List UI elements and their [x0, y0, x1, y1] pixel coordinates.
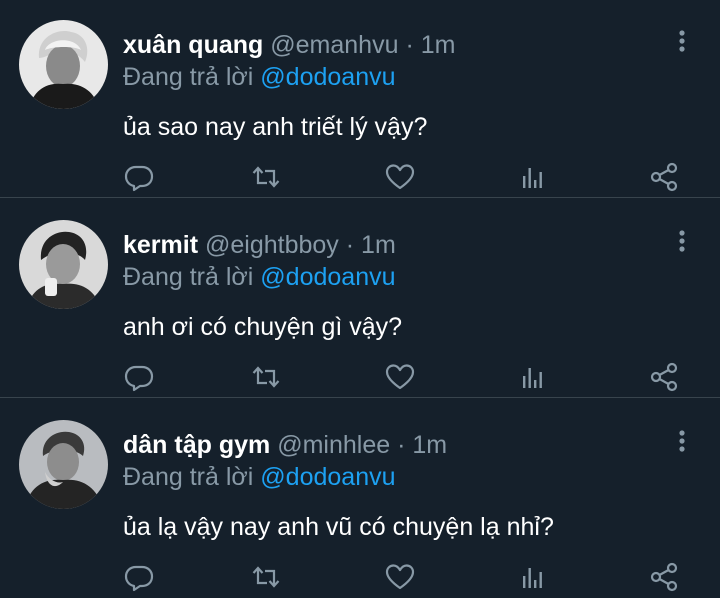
tweet-reply[interactable]: xuân quang @emanhvu · 1m Đang trả lời @d…	[0, 0, 720, 198]
tweet-text: anh ơi có chuyện gì vậy?	[123, 313, 403, 341]
retweet-icon[interactable]	[250, 561, 282, 593]
retweet-icon[interactable]	[250, 161, 282, 193]
timestamp[interactable]: 1m	[361, 231, 396, 259]
mention-link[interactable]: @dodoanvu	[260, 63, 395, 91]
replying-to: Đang trả lời @dodoanvu	[123, 460, 396, 494]
analytics-icon[interactable]	[516, 561, 548, 593]
avatar[interactable]	[19, 420, 108, 509]
share-icon[interactable]	[648, 161, 680, 193]
more-vertical-icon[interactable]	[670, 428, 694, 454]
reply-icon[interactable]	[123, 361, 155, 393]
replying-to-label: Đang trả lời	[123, 263, 254, 291]
separator-dot: ·	[397, 431, 406, 459]
reply-icon[interactable]	[123, 561, 155, 593]
tweet-header: xuân quang @emanhvu · 1m	[123, 27, 455, 63]
display-name[interactable]: dân tập gym	[123, 431, 270, 459]
tweet-actions	[120, 561, 690, 593]
separator-dot: ·	[345, 231, 355, 259]
tweet-reply[interactable]: dân tập gym @minhlee · 1m Đang trả lời @…	[0, 400, 720, 598]
display-name[interactable]: kermit	[123, 231, 198, 259]
display-name[interactable]: xuân quang	[123, 31, 263, 59]
separator-dot: ·	[405, 31, 414, 59]
user-handle[interactable]: @eightbboy	[205, 231, 339, 259]
tweet-header: dân tập gym @minhlee · 1m	[123, 427, 447, 463]
mention-link[interactable]: @dodoanvu	[260, 263, 395, 291]
analytics-icon[interactable]	[516, 361, 548, 393]
tweet-reply[interactable]: kermit @eightbboy · 1m Đang trả lời @dod…	[0, 200, 720, 398]
timestamp[interactable]: 1m	[412, 431, 447, 459]
retweet-icon[interactable]	[250, 361, 282, 393]
replying-to-label: Đang trả lời	[123, 63, 254, 91]
more-vertical-icon[interactable]	[670, 28, 694, 54]
tweet-actions	[120, 161, 690, 193]
analytics-icon[interactable]	[516, 161, 548, 193]
avatar[interactable]	[19, 20, 108, 109]
heart-icon[interactable]	[384, 361, 416, 393]
tweet-header: kermit @eightbboy · 1m	[123, 227, 396, 263]
heart-icon[interactable]	[384, 161, 416, 193]
reply-icon[interactable]	[123, 161, 155, 193]
tweet-text: ủa sao nay anh triết lý vậy?	[123, 113, 428, 141]
tweet-text: ủa lạ vậy nay anh vũ có chuyện lạ nhỉ?	[123, 513, 554, 541]
user-handle[interactable]: @emanhvu	[270, 31, 398, 59]
replying-to-label: Đang trả lời	[123, 463, 254, 491]
share-icon[interactable]	[648, 361, 680, 393]
user-handle[interactable]: @minhlee	[277, 431, 390, 459]
share-icon[interactable]	[648, 561, 680, 593]
timestamp[interactable]: 1m	[421, 31, 456, 59]
more-vertical-icon[interactable]	[670, 228, 694, 254]
tweet-actions	[120, 361, 690, 393]
replying-to: Đang trả lời @dodoanvu	[123, 60, 396, 94]
mention-link[interactable]: @dodoanvu	[260, 463, 395, 491]
replying-to: Đang trả lời @dodoanvu	[123, 260, 396, 294]
avatar[interactable]	[19, 220, 108, 309]
heart-icon[interactable]	[384, 561, 416, 593]
